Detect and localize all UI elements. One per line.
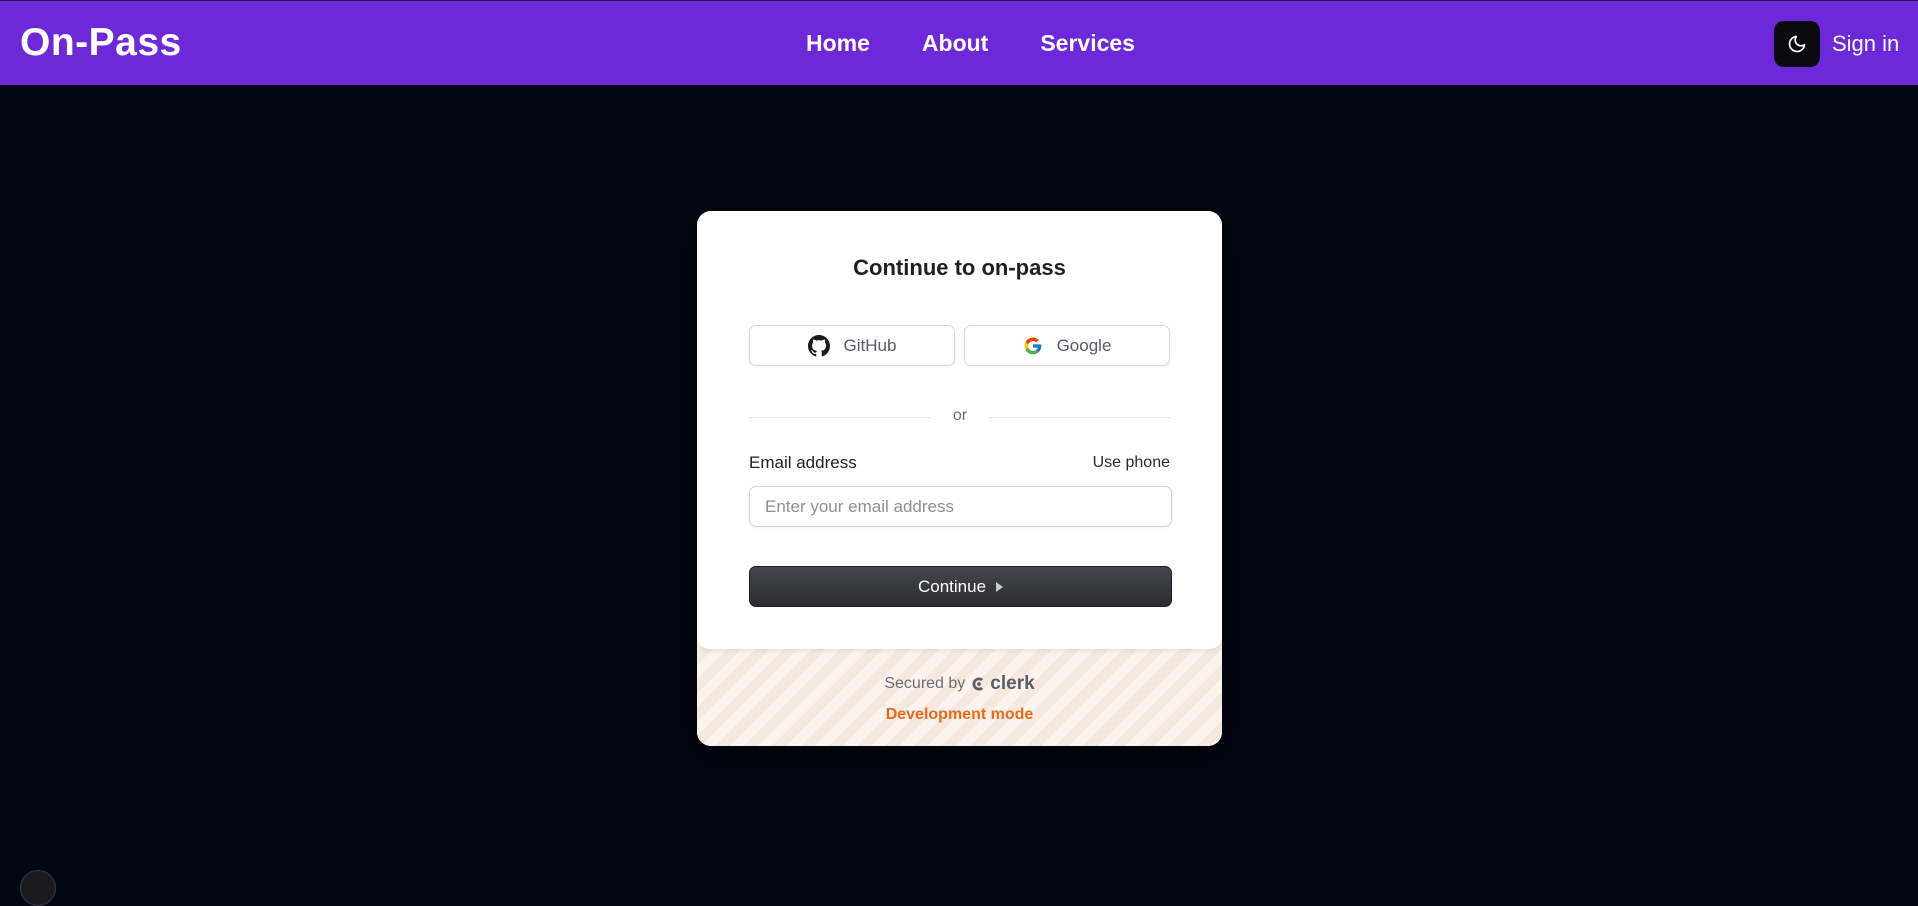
sign-in-card: Continue to on-pass GitHub Google or Ema… (697, 211, 1222, 746)
google-sign-in-button[interactable]: Google (964, 325, 1170, 366)
card-footer: Secured by clerk Development mode (697, 637, 1222, 746)
top-nav-bar: On-Pass Home About Services Sign in (0, 0, 1918, 85)
card-title: Continue to on-pass (853, 255, 1066, 280)
divider-line-right (989, 417, 1171, 418)
continue-button[interactable]: Continue (749, 566, 1172, 607)
nav-services-link[interactable]: Services (1040, 30, 1135, 57)
continue-label: Continue (917, 576, 987, 596)
google-label: Google (1056, 335, 1112, 355)
email-field[interactable] (749, 486, 1172, 527)
github-icon (807, 334, 830, 356)
caret-right-icon (996, 581, 1004, 592)
nav-about-link[interactable]: About (922, 30, 988, 57)
floating-corner-button[interactable] (20, 870, 56, 906)
github-label: GitHub (843, 335, 897, 355)
secured-by: Secured by clerk (697, 673, 1222, 695)
clerk-icon (972, 677, 984, 691)
theme-toggle-button[interactable] (1774, 21, 1820, 67)
divider-text: or (952, 407, 968, 424)
clerk-logo[interactable]: clerk (971, 673, 1035, 695)
secured-by-text: Secured by (884, 675, 966, 692)
development-mode-badge: Development mode (885, 706, 1034, 723)
email-label: Email address (749, 453, 857, 472)
google-icon (1024, 337, 1041, 354)
github-sign-in-button[interactable]: GitHub (749, 325, 955, 366)
use-phone-link[interactable]: Use phone (1093, 454, 1170, 472)
moon-icon (1788, 35, 1806, 53)
main-nav: Home About Services (806, 30, 1135, 57)
sign-in-form: Continue to on-pass GitHub Google or Ema… (697, 211, 1222, 649)
or-divider: or (749, 407, 1171, 427)
nav-home-link[interactable]: Home (806, 30, 870, 57)
brand-logo[interactable]: On-Pass (20, 21, 182, 65)
sign-in-link[interactable]: Sign in (1832, 31, 1899, 57)
clerk-wordmark: clerk (990, 673, 1035, 694)
